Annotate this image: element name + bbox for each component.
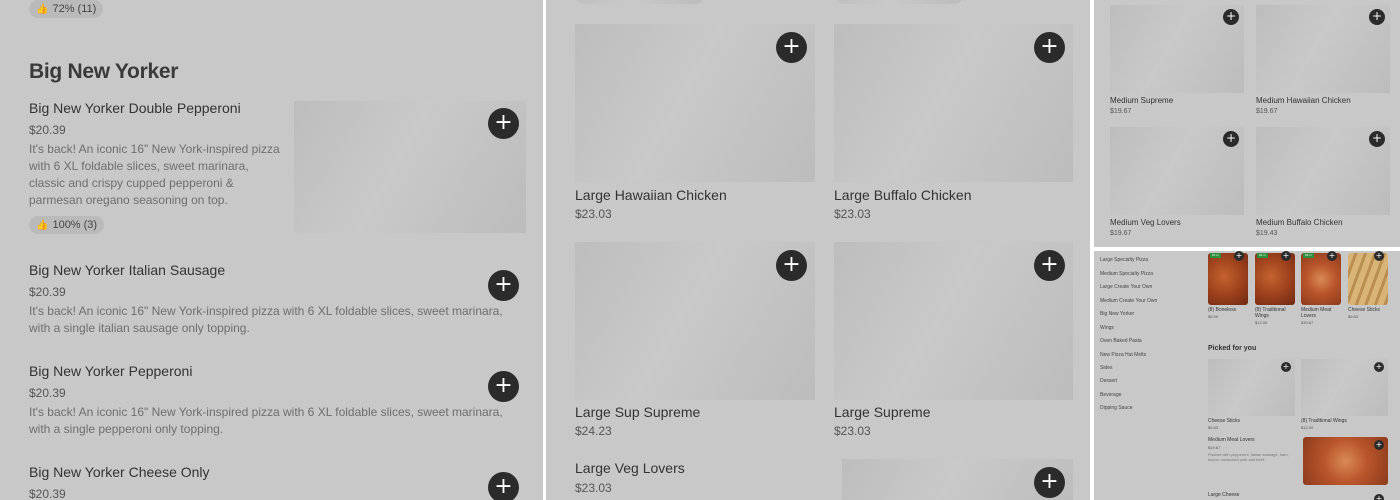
add-item-button[interactable]: + xyxy=(1374,440,1384,450)
menu-item-name[interactable]: Medium Hawaiian Chicken xyxy=(1256,96,1351,105)
menu-item-name[interactable]: (8) Boneless xyxy=(1208,307,1248,313)
category-nav-item[interactable]: Medium Specialty Pizza xyxy=(1100,271,1153,277)
menu-item-name[interactable]: Large Supreme xyxy=(834,404,931,420)
rating-badge xyxy=(834,0,964,4)
menu-item-name[interactable]: Medium Supreme xyxy=(1110,96,1173,105)
add-item-button[interactable]: + xyxy=(776,250,807,281)
add-item-button[interactable]: + xyxy=(1327,251,1337,261)
rating-text: 100% (3) xyxy=(52,219,98,231)
rating-text: 72% (11) xyxy=(52,3,97,15)
add-item-button[interactable]: + xyxy=(488,270,519,301)
category-nav-item[interactable]: New Pizza Hut Melts xyxy=(1100,352,1146,358)
menu-item-description: It's back! An iconic 16" New York-inspir… xyxy=(29,142,280,207)
menu-item-name[interactable]: Big New Yorker Pepperoni xyxy=(29,363,192,379)
menu-item-price: $20.39 xyxy=(29,285,66,299)
menu-item-name[interactable]: Large Sup Supreme xyxy=(575,404,700,420)
add-item-button[interactable]: + xyxy=(1369,9,1385,25)
store-overview-panel: Large Specialty Pizza Medium Specialty P… xyxy=(1094,251,1400,500)
menu-item-price: $19.67 xyxy=(1110,230,1132,237)
category-nav-item[interactable]: Large Specialty Pizza xyxy=(1100,257,1148,263)
big-new-yorker-menu-panel: 👍 72% (11) Big New Yorker Big New Yorker … xyxy=(0,0,543,500)
menu-item-price: $19.67 xyxy=(1256,108,1278,115)
category-nav-item[interactable]: Dipping Sauce xyxy=(1100,405,1133,411)
menu-item-name[interactable]: Big New Yorker Double Pepperoni xyxy=(29,100,241,116)
menu-item-name[interactable]: Large Veg Lovers xyxy=(575,460,685,476)
category-nav-item[interactable]: Dessert xyxy=(1100,378,1117,384)
menu-item-image[interactable] xyxy=(1348,253,1388,305)
category-nav-item[interactable]: Big New Yorker xyxy=(1100,311,1134,317)
picked-for-you-heading: Picked for you xyxy=(1208,345,1257,352)
menu-item-price: $9.99 xyxy=(1208,314,1219,319)
menu-item-price: $19.67 xyxy=(1208,445,1221,450)
menu-item-name[interactable]: Large Cheese xyxy=(1208,492,1239,498)
menu-item-description: It's back! An iconic 16" New York-inspir… xyxy=(29,304,503,335)
menu-item-name[interactable]: Large Hawaiian Chicken xyxy=(575,187,727,203)
menu-item-name[interactable]: Large Buffalo Chicken xyxy=(834,187,972,203)
menu-item-price: $23.03 xyxy=(575,481,612,495)
menu-item-name[interactable]: Cheese Sticks xyxy=(1208,418,1240,424)
menu-item-name[interactable]: (8) Traditional Wings xyxy=(1301,418,1347,424)
menu-item-price: $19.43 xyxy=(1256,230,1278,237)
menu-item-name[interactable]: Big New Yorker Cheese Only xyxy=(29,464,210,480)
add-item-button[interactable]: + xyxy=(488,108,519,139)
menu-item-image[interactable] xyxy=(1301,253,1341,305)
category-nav-item[interactable]: Large Create Your Own xyxy=(1100,284,1152,290)
add-item-button[interactable]: + xyxy=(1234,251,1244,261)
menu-item-name[interactable]: Medium Buffalo Chicken xyxy=(1256,218,1343,227)
menu-item-price: $23.03 xyxy=(834,424,871,438)
menu-item-price: $23.03 xyxy=(575,207,612,221)
add-item-button[interactable]: + xyxy=(1034,467,1065,498)
menu-item-price: $20.39 xyxy=(29,386,66,400)
category-nav-item[interactable]: Beverage xyxy=(1100,392,1121,398)
add-item-button[interactable]: + xyxy=(1374,494,1384,500)
add-item-button[interactable]: + xyxy=(1034,250,1065,281)
category-nav-item[interactable]: Wings xyxy=(1100,325,1114,331)
menu-item-name[interactable]: Cheese Sticks xyxy=(1348,307,1388,313)
add-item-button[interactable]: + xyxy=(1223,9,1239,25)
add-item-button[interactable]: + xyxy=(1223,131,1239,147)
menu-item-description: It's back! An iconic 16" New York-inspir… xyxy=(29,405,503,436)
menu-item-name[interactable]: Medium Meat Lovers xyxy=(1208,437,1255,443)
add-item-button[interactable]: + xyxy=(1281,362,1291,372)
add-item-button[interactable]: + xyxy=(1369,131,1385,147)
menu-item-price: $12.00 xyxy=(1255,320,1268,325)
add-item-button[interactable]: + xyxy=(488,472,519,500)
menu-item-image[interactable] xyxy=(1255,253,1295,305)
menu-item-price: $24.23 xyxy=(575,424,612,438)
medium-specialty-grid-panel: + Medium Supreme $19.67 + Medium Hawaiia… xyxy=(1094,0,1400,247)
add-item-button[interactable]: + xyxy=(488,371,519,402)
menu-item-price: $20.39 xyxy=(29,487,66,500)
category-nav-item[interactable]: Oven Baked Pasta xyxy=(1100,338,1142,344)
rating-badge: 👍 72% (11) xyxy=(29,0,104,18)
thumbs-up-icon: 👍 xyxy=(36,4,49,15)
add-item-button[interactable]: + xyxy=(1374,362,1384,372)
section-title: Big New Yorker xyxy=(29,60,179,83)
add-item-button[interactable]: + xyxy=(1034,32,1065,63)
rating-badge xyxy=(575,0,705,4)
menu-item-name[interactable]: (8) Traditional Wings xyxy=(1255,307,1295,319)
rank-tag: #1 m xyxy=(1210,253,1221,258)
menu-item-price: $9.83 xyxy=(1348,314,1359,319)
menu-item-image[interactable] xyxy=(1208,253,1248,305)
menu-item-price: $19.67 xyxy=(1301,320,1314,325)
rank-tag: #3 m xyxy=(1303,253,1314,258)
thumbs-up-icon: 👍 xyxy=(36,220,49,231)
add-item-button[interactable]: + xyxy=(776,32,807,63)
menu-item-name[interactable]: Big New Yorker Italian Sausage xyxy=(29,262,225,278)
menu-item-price: $12.00 xyxy=(1301,425,1314,430)
menu-item-price: $20.39 xyxy=(29,123,66,137)
menu-item-name[interactable]: Medium Meat Lovers xyxy=(1301,307,1341,319)
menu-item-name[interactable]: Medium Veg Lovers xyxy=(1110,218,1181,227)
large-specialty-grid-panel: + Large Hawaiian Chicken $23.03 + Large … xyxy=(546,0,1090,500)
menu-item-description: Packed with pepperoni, Italian sausage, … xyxy=(1208,452,1289,462)
rating-badge: 👍 100% (3) xyxy=(29,216,105,234)
menu-item-price: $9.83 xyxy=(1208,425,1219,430)
rank-tag: #2 m xyxy=(1257,253,1268,258)
menu-item-price: $23.03 xyxy=(834,207,871,221)
add-item-button[interactable]: + xyxy=(1374,251,1384,261)
add-item-button[interactable]: + xyxy=(1281,251,1291,261)
category-nav-item[interactable]: Medium Create Your Own xyxy=(1100,298,1157,304)
category-nav-item[interactable]: Sides xyxy=(1100,365,1113,371)
menu-item-price: $19.67 xyxy=(1110,108,1132,115)
